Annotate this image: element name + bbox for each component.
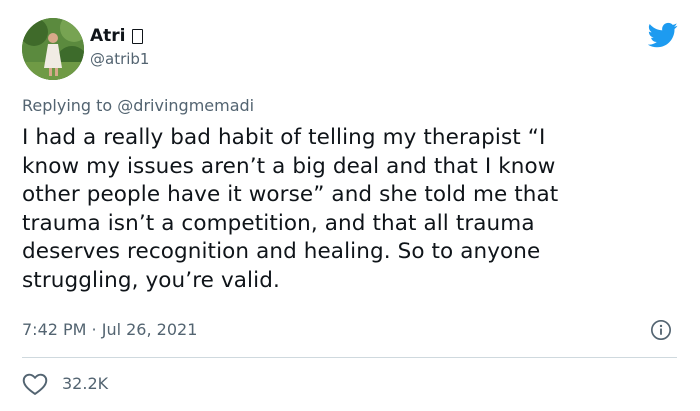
reply-mention-link[interactable]: @drivingmemadi <box>117 96 254 115</box>
tweet-text-line: struggling, you’re valid. <box>22 267 280 293</box>
tweet-text-line: other people have it worse” and she told… <box>22 182 559 208</box>
avatar-photo <box>22 18 84 80</box>
twitter-bird-icon[interactable] <box>648 20 678 50</box>
tweet-text: I had a really bad habit of telling my t… <box>22 124 672 296</box>
tweet-timestamp[interactable]: 7:42 PM · Jul 26, 2021 <box>22 320 197 340</box>
tweet-text-line: trauma isn’t a competition, and that all… <box>22 210 535 236</box>
like-action[interactable]: 32.2K <box>22 372 108 396</box>
tweet-card: Atri @atrib1 Replying to @drivingmemadi … <box>0 0 700 411</box>
replying-to-label: Replying to <box>22 96 113 115</box>
missing-glyph-icon <box>131 28 143 44</box>
tweet-header: Atri @atrib1 <box>22 18 682 80</box>
tweet-text-line: deserves recognition and healing. So to … <box>22 239 541 265</box>
info-icon[interactable] <box>650 319 672 341</box>
display-name[interactable]: Atri <box>90 26 149 46</box>
like-count: 32.2K <box>62 374 109 393</box>
tweet-text-line: know my issues aren’t a big deal and tha… <box>22 153 556 179</box>
heart-icon[interactable] <box>22 372 48 396</box>
avatar[interactable] <box>22 18 84 80</box>
user-info[interactable]: Atri @atrib1 <box>90 26 149 69</box>
divider <box>22 357 677 358</box>
user-handle[interactable]: @atrib1 <box>90 49 149 69</box>
display-name-text: Atri <box>90 26 126 46</box>
tweet-text-line: I had a really bad habit of telling my t… <box>22 125 546 150</box>
replying-to: Replying to @drivingmemadi <box>22 95 254 117</box>
